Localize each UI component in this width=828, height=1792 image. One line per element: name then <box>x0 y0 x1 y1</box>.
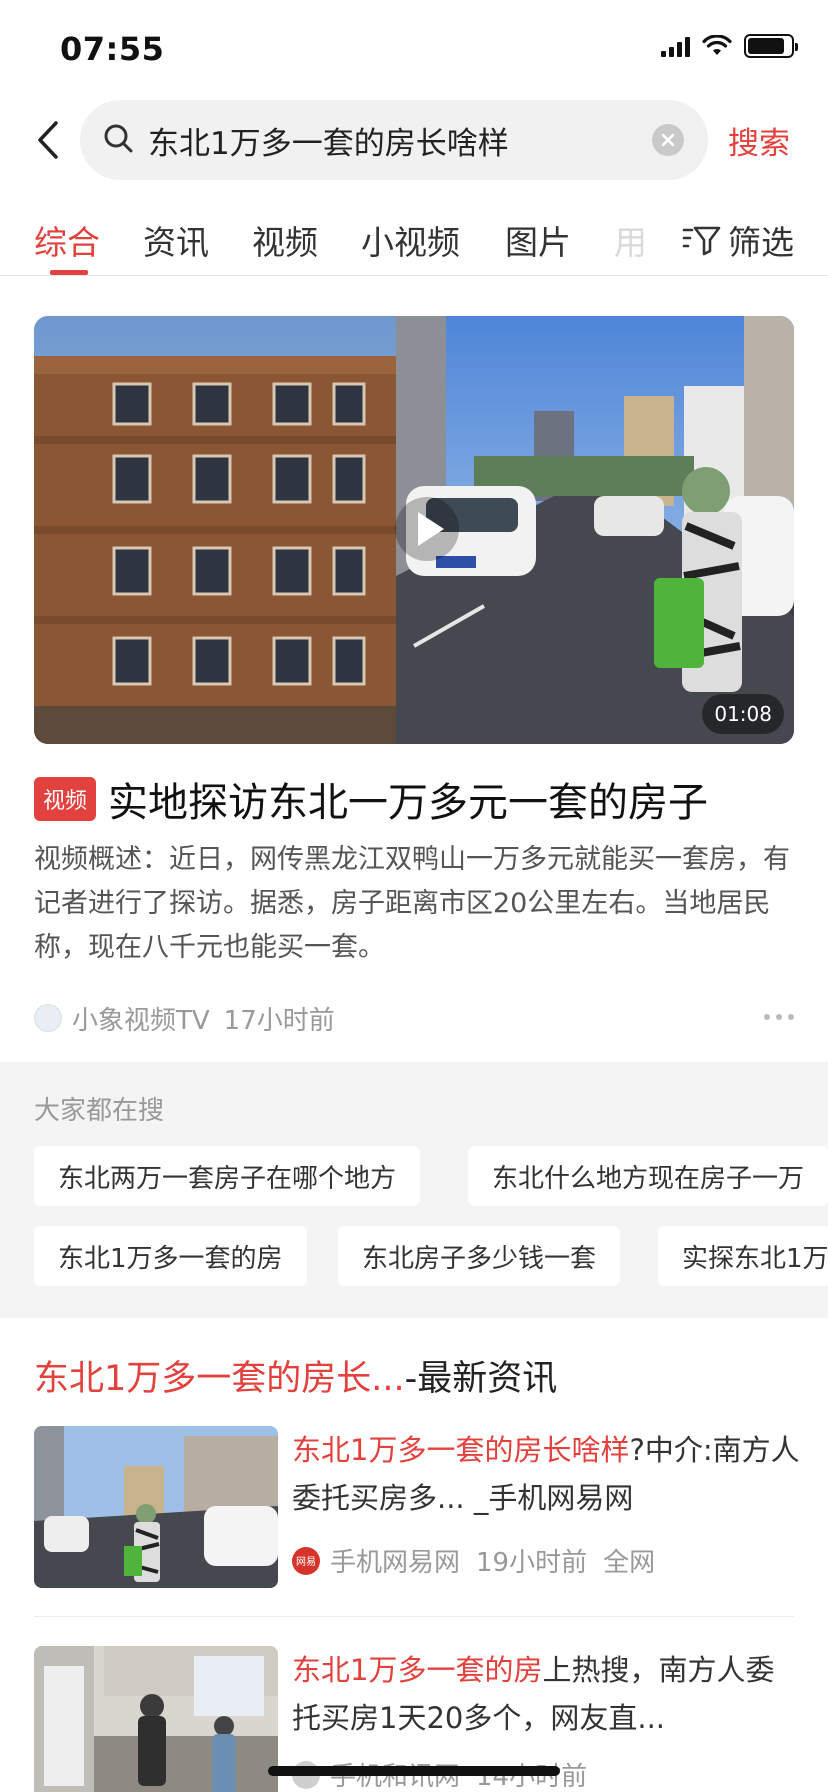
filter-label: 筛选 <box>728 223 794 262</box>
news-title[interactable]: 东北1万多一套的房上热搜，南方人委托买房1天20多个，网友直... <box>292 1646 802 1742</box>
status-icons <box>661 34 798 58</box>
related-searches-panel: 大家都在搜 东北两万一套房子在哪个地方 东北什么地方现在房子一万 东北1万多一套… <box>0 1062 828 1318</box>
wifi-icon <box>702 35 732 55</box>
search-button[interactable]: 搜索 <box>728 118 790 163</box>
video-description: 视频概述：近日，网传黑龙江双鸭山一万多元就能买一套房，有记者进行了探访。据悉，房… <box>34 844 790 963</box>
related-search-chip[interactable]: 东北房子多少钱一套 <box>338 1226 621 1286</box>
news-thumbnail <box>34 1426 278 1588</box>
latest-news-header[interactable]: 东北1万多一套的房长...-最新资讯 <box>34 1350 557 1401</box>
home-indicator[interactable] <box>268 1766 560 1776</box>
play-icon[interactable] <box>394 496 460 562</box>
tab-video[interactable]: 视频 <box>252 216 318 264</box>
battery-icon <box>744 34 798 58</box>
news-header-keyword: 东北1万多一套的房长... <box>34 1359 405 1399</box>
tab-short-video[interactable]: 小视频 <box>361 216 460 264</box>
status-bar: 07:55 <box>0 0 828 96</box>
video-badge: 视频 <box>34 777 97 821</box>
video-title-row[interactable]: 视频 实地探访东北一万多元一套的房子 <box>34 770 804 828</box>
tab-comprehensive[interactable]: 综合 <box>34 216 100 264</box>
search-row: 东北1万多一套的房长啥样 搜索 <box>0 98 828 182</box>
cellular-signal-icon <box>661 35 690 57</box>
video-thumbnail[interactable]: 01:08 <box>34 316 794 744</box>
video-meta: 小象视频TV 17小时前 <box>34 998 794 1038</box>
related-search-chip[interactable]: 东北1万多一套的房 <box>34 1226 307 1286</box>
related-search-chip[interactable]: 东北什么地方现在房子一万 <box>468 1146 828 1206</box>
filter-icon <box>682 226 721 256</box>
tab-images[interactable]: 图片 <box>505 216 571 264</box>
more-options-icon[interactable] <box>764 1014 794 1020</box>
video-title[interactable]: 实地探访东北一万多元一套的房子 <box>108 770 708 828</box>
news-title[interactable]: 东北1万多一套的房长啥样?中介:南方人委托买房多... _手机网易网 <box>292 1426 802 1522</box>
search-input[interactable]: 东北1万多一套的房长啥样 <box>80 100 708 180</box>
clear-icon[interactable] <box>652 124 684 156</box>
related-search-chip[interactable]: 东北两万一套房子在哪个地方 <box>34 1146 421 1206</box>
news-meta: 网易 手机网易网 19小时前 全网 <box>292 1542 671 1579</box>
news-thumbnail <box>34 1646 278 1792</box>
tab-news[interactable]: 资讯 <box>143 216 209 264</box>
news-scope: 全网 <box>603 1548 656 1578</box>
search-icon <box>104 124 133 153</box>
related-search-chip[interactable]: 实探东北1万 <box>658 1226 828 1286</box>
category-tabs: 综合 资讯 视频 小视频 图片 用 筛选 <box>0 208 828 276</box>
active-tab-indicator <box>50 270 88 275</box>
status-time: 07:55 <box>60 30 165 68</box>
video-time: 17小时前 <box>223 1005 335 1036</box>
related-searches-title: 大家都在搜 <box>34 1096 165 1126</box>
divider <box>34 1616 794 1617</box>
video-source[interactable]: 小象视频TV <box>72 1000 210 1037</box>
news-item[interactable]: 东北1万多一套的房长啥样?中介:南方人委托买房多... _手机网易网 网易 手机… <box>34 1426 800 1596</box>
news-header-suffix: -最新资讯 <box>404 1359 558 1399</box>
wangyi-logo-icon: 网易 <box>292 1546 320 1575</box>
video-duration: 01:08 <box>702 694 784 734</box>
news-source: 手机网易网 <box>330 1548 461 1578</box>
search-query: 东北1万多一套的房长啥样 <box>148 126 509 162</box>
news-time: 19小时前 <box>476 1548 588 1578</box>
filter-button[interactable]: 筛选 <box>678 216 794 264</box>
source-avatar <box>34 1004 62 1032</box>
chevron-left-icon <box>38 121 58 159</box>
back-button[interactable] <box>26 116 70 164</box>
